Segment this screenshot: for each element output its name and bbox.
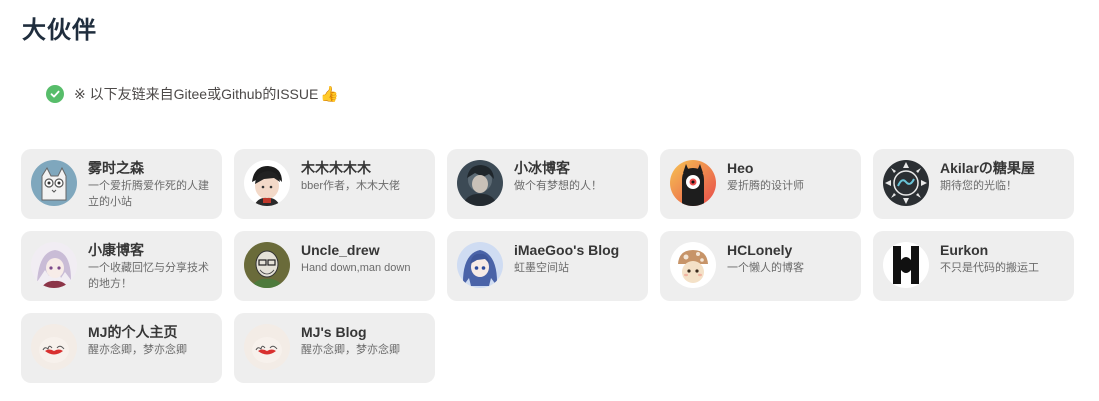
friend-name: iMaeGoo's Blog <box>514 242 620 258</box>
section-title: 大伙伴 <box>22 17 97 44</box>
friend-name: Heo <box>727 160 754 176</box>
friend-card[interactable]: Akilarの糖果屋 期待您的光临！ <box>873 149 1074 219</box>
cat-avatar-icon <box>31 160 77 206</box>
friend-desc: 醒亦念卿，梦亦念卿 <box>88 344 187 356</box>
mushroom-avatar-icon <box>670 242 716 288</box>
blue-hair-avatar-icon <box>457 242 503 288</box>
anime-girl-avatar-icon <box>31 242 77 288</box>
friend-desc: 一个爱折腾爱作死的人建立的小站 <box>88 180 209 208</box>
mj-avatar-icon <box>244 324 290 370</box>
friend-name: 小康博客 <box>88 242 144 258</box>
friend-desc: bber作者，木木大佬 <box>301 180 401 192</box>
friend-name: 雾时之森 <box>88 160 144 176</box>
mj-avatar-icon <box>31 324 77 370</box>
friend-card[interactable]: 小康博客 一个收藏回忆与分享技术的地方！ <box>21 231 222 301</box>
friend-desc: Hand down,man down <box>301 262 411 274</box>
friend-name: 木木木木木 <box>301 160 371 176</box>
friend-card[interactable]: HCLonely 一个懒人的博客 <box>660 231 861 301</box>
page: 大伙伴 ※ 以下友链来自Gitee或Github的ISSUE 👍 雾时之森 一个… <box>0 0 1099 401</box>
thumbs-up-icon: 👍 <box>320 85 340 103</box>
notice-text: ※ 以下友链来自Gitee或Github的ISSUE <box>74 86 319 102</box>
check-circle-icon <box>46 85 64 103</box>
friend-desc: 虹墨空间站 <box>514 262 569 274</box>
friend-card[interactable]: Eurkon 不只是代码的搬运工 <box>873 231 1074 301</box>
friend-card[interactable]: 木木木木木 bber作者，木木大佬 <box>234 149 435 219</box>
friend-card[interactable]: 小冰博客 做个有梦想的人！ <box>447 149 648 219</box>
friend-desc: 做个有梦想的人！ <box>514 180 602 192</box>
friend-desc: 不只是代码的搬运工 <box>940 262 1039 274</box>
notice: ※ 以下友链来自Gitee或Github的ISSUE 👍 <box>46 84 339 104</box>
friend-card[interactable]: iMaeGoo's Blog 虹墨空间站 <box>447 231 648 301</box>
friend-desc: 期待您的光临！ <box>940 180 1017 192</box>
friend-link-grid: 雾时之森 一个爱折腾爱作死的人建立的小站 木木木木木 bber作者，木木大佬 小… <box>21 149 1074 383</box>
friend-card[interactable]: MJ's Blog 醒亦念卿，梦亦念卿 <box>234 313 435 383</box>
friend-card[interactable]: 雾时之森 一个爱折腾爱作死的人建立的小站 <box>21 149 222 219</box>
friend-desc: 爱折腾的设计师 <box>727 180 804 192</box>
dark-character-avatar-icon <box>457 160 503 206</box>
friend-desc: 一个懒人的博客 <box>727 262 804 274</box>
friend-desc: 一个收藏回忆与分享技术的地方！ <box>88 262 209 290</box>
friend-name: MJ's Blog <box>301 324 367 340</box>
friend-name: MJ的个人主页 <box>88 324 178 340</box>
monster-avatar-icon <box>670 160 716 206</box>
friend-name: Uncle_drew <box>301 242 380 258</box>
friend-name: Akilarの糖果屋 <box>940 160 1035 176</box>
friend-name: 小冰博客 <box>514 160 570 176</box>
friend-desc: 醒亦念卿，梦亦念卿 <box>301 344 400 356</box>
friend-name: HCLonely <box>727 242 793 258</box>
boy-avatar-icon <box>244 160 290 206</box>
friend-card[interactable]: MJ的个人主页 醒亦念卿，梦亦念卿 <box>21 313 222 383</box>
friend-name: Eurkon <box>940 242 989 258</box>
akilar-logo-icon <box>883 160 929 206</box>
old-man-avatar-icon <box>244 242 290 288</box>
friend-card[interactable]: Heo 爱折腾的设计师 <box>660 149 861 219</box>
friend-card[interactable]: Uncle_drew Hand down,man down <box>234 231 435 301</box>
eurkon-logo-icon <box>883 242 929 288</box>
